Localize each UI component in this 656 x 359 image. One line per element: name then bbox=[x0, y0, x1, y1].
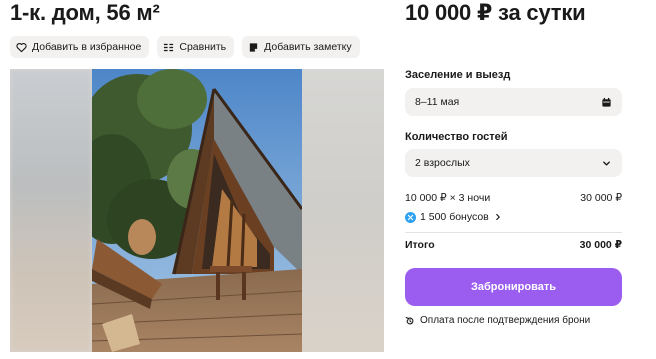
photo-gallery[interactable] bbox=[10, 69, 384, 352]
nights-subtotal: 30 000 ₽ bbox=[580, 192, 622, 204]
calendar-icon bbox=[602, 97, 611, 107]
heart-icon bbox=[16, 42, 27, 52]
bonus-icon bbox=[405, 211, 416, 223]
guests-select[interactable]: 2 взрослых bbox=[405, 149, 622, 177]
compare-button[interactable]: Сравнить bbox=[157, 36, 235, 58]
bonus-label: 1 500 бонусов bbox=[420, 211, 489, 223]
listing-price: 10 000 ₽ за сутки bbox=[405, 0, 586, 25]
add-note-button[interactable]: Добавить заметку bbox=[242, 36, 360, 58]
a-frame-house-image bbox=[92, 69, 302, 352]
refund-icon bbox=[405, 316, 414, 324]
next-photo-preview[interactable] bbox=[302, 69, 384, 352]
dates-field[interactable]: 8–11 мая bbox=[405, 88, 622, 116]
dates-label: Заселение и выезд bbox=[405, 69, 511, 81]
chevron-down-icon bbox=[603, 160, 610, 166]
main-photo[interactable] bbox=[92, 69, 302, 352]
dates-value: 8–11 мая bbox=[415, 96, 460, 108]
bonus-link[interactable]: 1 500 бонусов bbox=[405, 211, 503, 223]
add-note-label: Добавить заметку bbox=[264, 41, 352, 53]
nights-calculation: 10 000 ₽ × 3 ночи bbox=[405, 192, 491, 204]
compare-label: Сравнить bbox=[179, 41, 227, 53]
total-row: Итого 30 000 ₽ bbox=[405, 239, 622, 251]
listing-actions: Добавить в избранное Сравнить Добавить з… bbox=[10, 36, 360, 58]
payment-note: Оплата после подтверждения брони bbox=[405, 315, 590, 326]
note-icon bbox=[249, 42, 258, 52]
listing-title: 1-к. дом, 56 м² bbox=[10, 0, 160, 25]
price-calculation-row: 10 000 ₽ × 3 ночи 30 000 ₽ bbox=[405, 192, 622, 204]
compare-icon bbox=[164, 43, 174, 51]
total-value: 30 000 ₽ bbox=[579, 239, 622, 251]
divider bbox=[405, 232, 622, 233]
chevron-right-icon bbox=[495, 213, 500, 221]
previous-photo-preview[interactable] bbox=[10, 69, 92, 352]
book-button[interactable]: Забронировать bbox=[405, 268, 622, 306]
payment-note-text: Оплата после подтверждения брони bbox=[420, 315, 591, 326]
total-label: Итого bbox=[405, 239, 435, 251]
guests-value: 2 взрослых bbox=[415, 157, 470, 169]
add-to-favorites-label: Добавить в избранное bbox=[32, 41, 142, 53]
add-to-favorites-button[interactable]: Добавить в избранное bbox=[10, 36, 150, 58]
guests-label: Количество гостей bbox=[405, 131, 508, 143]
